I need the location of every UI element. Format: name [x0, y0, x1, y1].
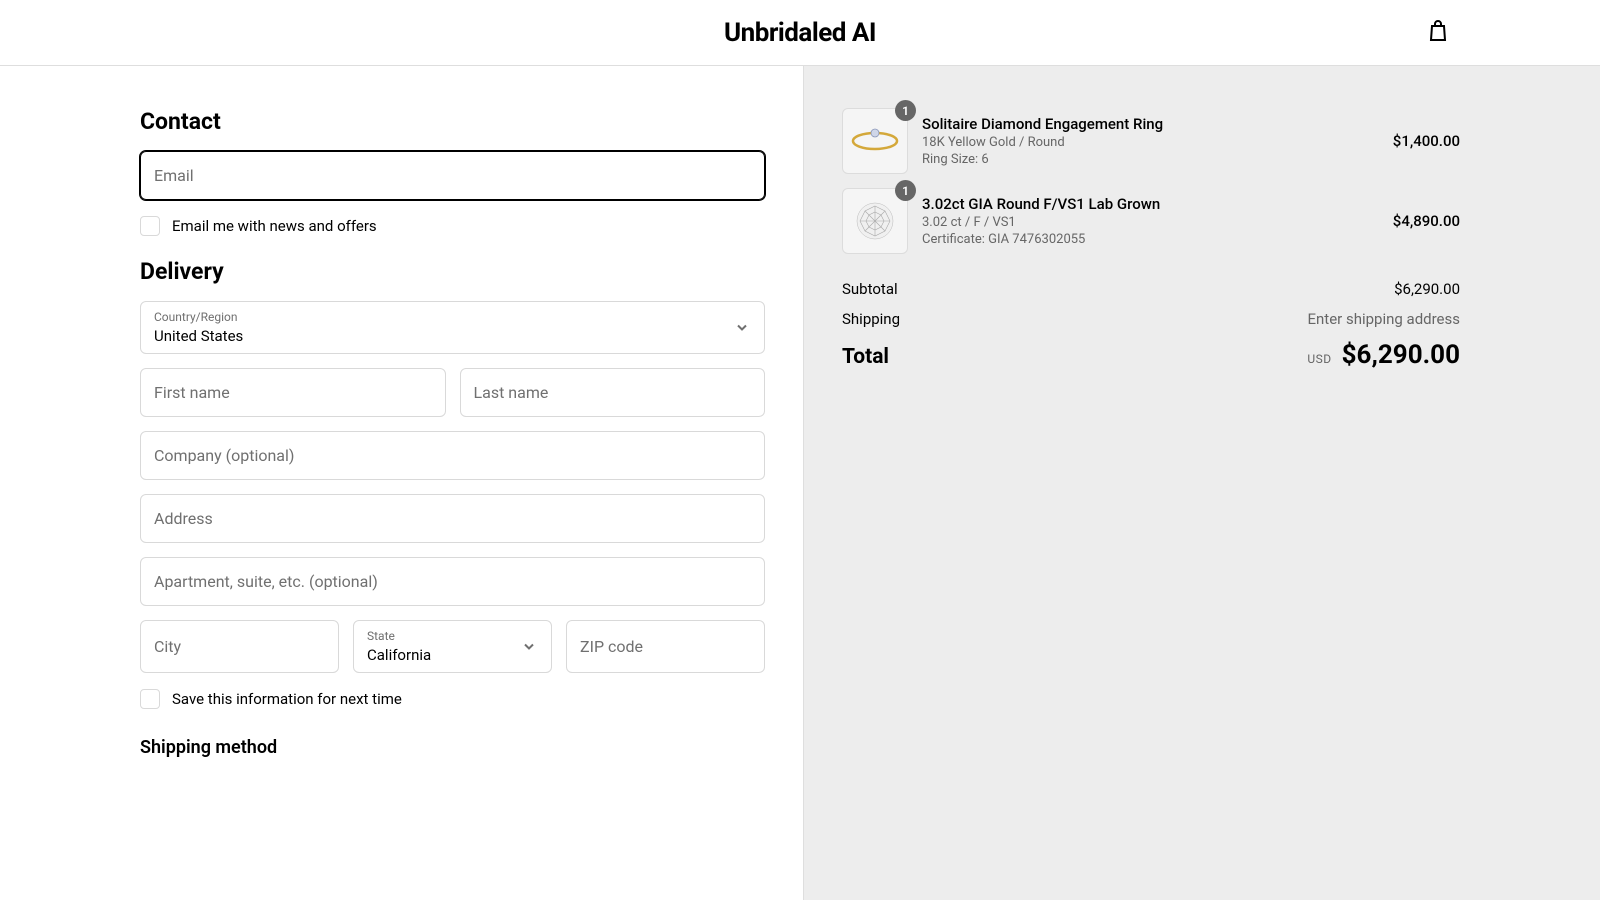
newsletter-checkbox[interactable] — [140, 216, 160, 236]
state-label: State — [367, 629, 538, 643]
total-label: Total — [842, 345, 889, 369]
item-price: $1,400.00 — [1393, 132, 1460, 150]
line-item: 1 3.02ct GIA Round F/VS1 Lab Grown 3.02 … — [842, 188, 1460, 254]
chevron-down-icon — [523, 637, 535, 656]
country-select[interactable]: Country/Region United States — [140, 301, 765, 354]
address-field[interactable] — [140, 494, 765, 543]
quantity-badge: 1 — [895, 180, 916, 201]
country-label: Country/Region — [154, 310, 751, 324]
save-info-checkbox[interactable] — [140, 689, 160, 709]
item-price: $4,890.00 — [1393, 212, 1460, 230]
newsletter-label: Email me with news and offers — [172, 217, 377, 235]
first-name-field[interactable] — [140, 368, 446, 417]
last-name-field[interactable] — [460, 368, 766, 417]
product-thumbnail: 1 — [842, 188, 908, 254]
item-option: Ring Size: 6 — [922, 152, 1379, 167]
item-option: Certificate: GIA 7476302055 — [922, 232, 1379, 247]
order-summary: 1 Solitaire Diamond Engagement Ring 18K … — [804, 66, 1600, 900]
line-item: 1 Solitaire Diamond Engagement Ring 18K … — [842, 108, 1460, 174]
item-variant: 3.02 ct / F / VS1 — [922, 215, 1379, 230]
item-title: Solitaire Diamond Engagement Ring — [922, 115, 1379, 133]
delivery-heading: Delivery — [140, 258, 765, 285]
item-title: 3.02ct GIA Round F/VS1 Lab Grown — [922, 195, 1379, 213]
save-info-label: Save this information for next time — [172, 690, 402, 708]
cart-button[interactable] — [1426, 19, 1450, 47]
total-value: $6,290.00 — [1342, 340, 1460, 370]
email-field[interactable] — [140, 151, 765, 200]
apartment-field[interactable] — [140, 557, 765, 606]
chevron-down-icon — [736, 318, 748, 337]
shipping-label: Shipping — [842, 310, 900, 328]
checkout-form: Contact Email me with news and offers De… — [0, 66, 804, 900]
zip-field[interactable] — [566, 620, 765, 673]
shipping-value: Enter shipping address — [1307, 310, 1460, 328]
product-thumbnail: 1 — [842, 108, 908, 174]
shopping-bag-icon — [1426, 28, 1450, 47]
country-value: United States — [154, 327, 243, 345]
diamond-icon — [852, 198, 898, 244]
site-header: Unbridaled AI — [0, 0, 1600, 66]
shipping-method-heading: Shipping method — [140, 737, 765, 758]
state-select[interactable]: State California — [353, 620, 552, 673]
subtotal-label: Subtotal — [842, 280, 898, 298]
contact-heading: Contact — [140, 108, 765, 135]
ring-icon — [848, 114, 902, 168]
brand-logo[interactable]: Unbridaled AI — [724, 18, 876, 48]
city-field[interactable] — [140, 620, 339, 673]
company-field[interactable] — [140, 431, 765, 480]
currency-code: USD — [1307, 352, 1331, 366]
state-value: California — [367, 646, 431, 664]
quantity-badge: 1 — [895, 100, 916, 121]
subtotal-value: $6,290.00 — [1394, 280, 1460, 298]
item-variant: 18K Yellow Gold / Round — [922, 135, 1379, 150]
